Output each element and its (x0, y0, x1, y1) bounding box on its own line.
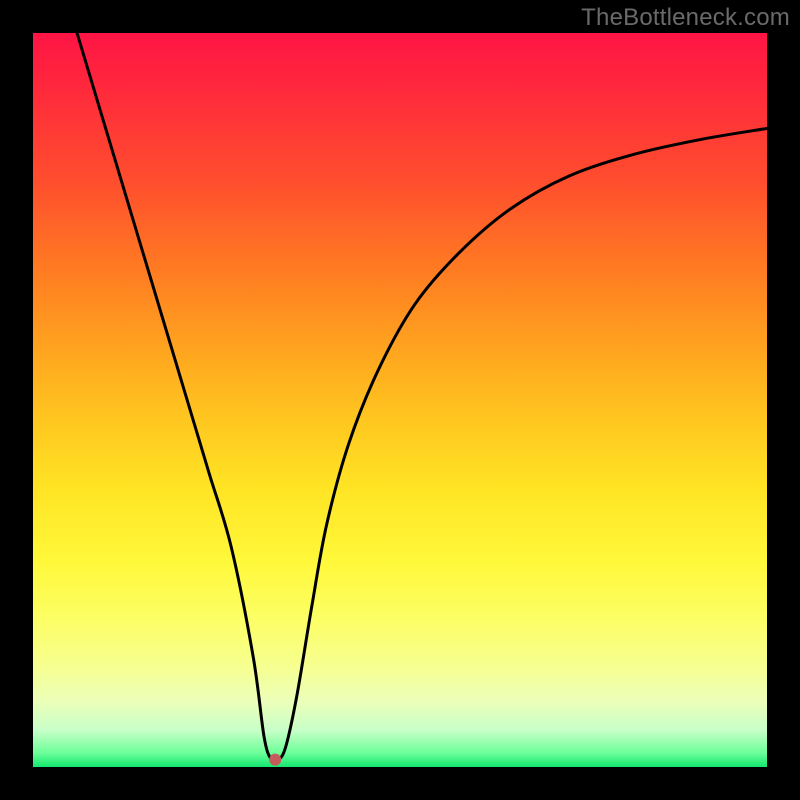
minimum-marker (269, 754, 281, 766)
bottleneck-curve (77, 33, 767, 762)
plot-area (33, 33, 767, 767)
curve-svg (33, 33, 767, 767)
chart-frame: TheBottleneck.com (0, 0, 800, 800)
watermark-text: TheBottleneck.com (581, 4, 790, 32)
